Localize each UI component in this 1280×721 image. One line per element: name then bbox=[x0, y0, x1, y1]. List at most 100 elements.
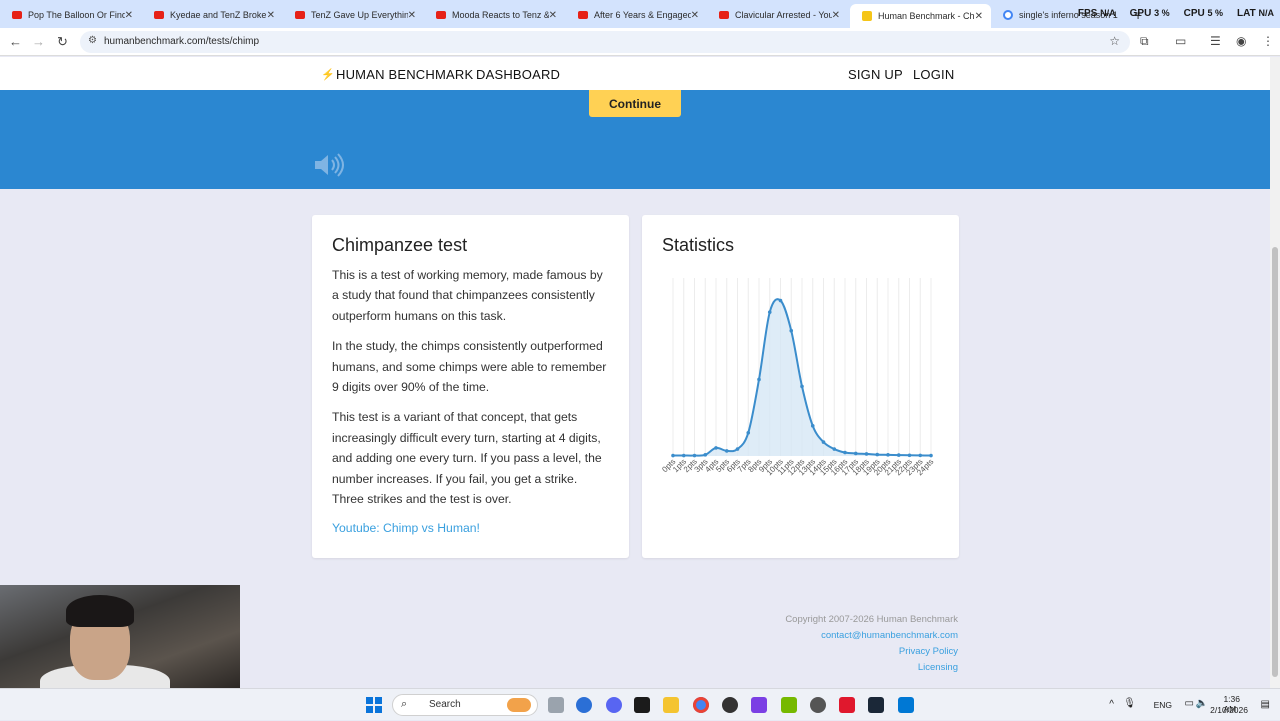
continue-button[interactable]: Continue bbox=[589, 90, 681, 117]
description-paragraph-2: In the study, the chimps consistently ou… bbox=[332, 339, 607, 395]
url-text: humanbenchmark.com/tests/chimp bbox=[104, 36, 260, 47]
browser-tab[interactable]: TenZ Gave Up Everything, ✕ bbox=[283, 4, 424, 26]
bolt-icon: ⚡ bbox=[321, 69, 335, 81]
browser-tab[interactable]: Pop The Balloon Or Find L ✕ bbox=[0, 4, 141, 26]
tab-title: Mooda Reacts to Tenz & K bbox=[452, 10, 549, 20]
youtube-link[interactable]: Youtube: Chimp vs Human! bbox=[332, 521, 480, 535]
speaker-icon[interactable] bbox=[313, 152, 345, 178]
forward-icon[interactable]: → bbox=[32, 34, 45, 49]
contact-email-link[interactable]: contact@humanbenchmark.com bbox=[785, 628, 958, 644]
fps-value: N/A bbox=[1100, 8, 1116, 18]
chart-point bbox=[714, 446, 718, 450]
chart-point bbox=[864, 452, 869, 456]
browser-tab[interactable]: Kyedae and TenZ Broke up✕ bbox=[142, 4, 283, 26]
chart-point bbox=[896, 453, 901, 457]
dashboard-link[interactable]: DASHBOARD bbox=[476, 67, 560, 82]
tab-title: Pop The Balloon Or Find L bbox=[28, 10, 125, 20]
youtube-icon bbox=[12, 11, 22, 19]
windows-start-icon[interactable] bbox=[366, 697, 382, 713]
close-tab-icon[interactable]: ✕ bbox=[832, 10, 840, 21]
chart-point bbox=[692, 453, 697, 458]
address-bar-row: ← → ↻ ⚙ humanbenchmark.com/tests/chimp ☆… bbox=[0, 28, 1280, 56]
volume-icon[interactable]: 🔈 bbox=[1196, 698, 1208, 709]
taskbar-search[interactable]: ⌕ Search bbox=[392, 694, 538, 716]
site-nav: ⚡ HUMAN BENCHMARK DASHBOARD SIGN UP LOGI… bbox=[0, 57, 1270, 90]
app-icon[interactable] bbox=[751, 697, 767, 713]
statistics-chart: 0pts1pts2pts3pts4pts5pts6pts7pts8pts9pts… bbox=[660, 278, 935, 477]
signup-link[interactable]: SIGN UP bbox=[848, 67, 903, 82]
reading-list-icon[interactable]: ☰ bbox=[1210, 34, 1221, 48]
browser-tab[interactable]: Human Benchmark - Chim ✕ bbox=[850, 4, 991, 28]
youtube-icon bbox=[436, 11, 446, 19]
chart-point bbox=[789, 328, 794, 333]
chart-point bbox=[810, 424, 815, 428]
browser-tab[interactable]: After 6 Years & Engaged, ✕ bbox=[566, 4, 707, 26]
test-banner: Continue bbox=[0, 90, 1270, 189]
google-icon bbox=[1003, 10, 1013, 20]
obs-icon[interactable] bbox=[810, 697, 826, 713]
chart-point bbox=[843, 450, 847, 455]
close-tab-icon[interactable]: ✕ bbox=[408, 10, 416, 21]
brand-link[interactable]: HUMAN BENCHMARK bbox=[336, 67, 473, 82]
app-icon[interactable] bbox=[839, 697, 855, 713]
media-icon[interactable]: ▭ bbox=[1175, 34, 1186, 48]
page-scrollbar[interactable] bbox=[1270, 57, 1280, 688]
chart-point bbox=[853, 451, 858, 456]
microphone-icon[interactable]: 🎙 bbox=[1123, 698, 1136, 709]
notification-icon[interactable]: ▤ bbox=[1261, 699, 1270, 710]
extensions-icon[interactable]: ⧉ bbox=[1140, 34, 1149, 49]
taskbar-search-label: Search bbox=[429, 699, 461, 710]
tray-expand-icon[interactable]: ^ bbox=[1109, 699, 1114, 710]
chrome-icon[interactable] bbox=[693, 697, 709, 713]
steam-icon[interactable] bbox=[868, 697, 884, 713]
discord-icon[interactable] bbox=[606, 697, 622, 713]
browser-tab[interactable]: Clavicular Arrested - YouT ✕ bbox=[707, 4, 848, 26]
scrollbar-thumb[interactable] bbox=[1272, 247, 1278, 677]
bookmark-star-icon[interactable]: ☆ bbox=[1109, 34, 1120, 48]
nvidia-icon[interactable] bbox=[781, 697, 797, 713]
tab-title: After 6 Years & Engaged, bbox=[594, 10, 691, 20]
login-link[interactable]: LOGIN bbox=[913, 67, 954, 82]
close-tab-icon[interactable]: ✕ bbox=[125, 10, 133, 21]
language-indicator[interactable]: ENG bbox=[1154, 700, 1172, 710]
tab-title: Human Benchmark - Chim bbox=[878, 11, 975, 21]
app-icon[interactable] bbox=[898, 697, 914, 713]
chart-point bbox=[875, 452, 880, 457]
close-tab-icon[interactable]: ✕ bbox=[549, 10, 557, 21]
network-icon[interactable]: ▭ bbox=[1185, 698, 1194, 709]
test-title: Chimpanzee test bbox=[332, 235, 468, 255]
youtube-icon bbox=[719, 11, 729, 19]
profile-icon[interactable]: ◉ bbox=[1236, 34, 1246, 48]
youtube-icon bbox=[295, 11, 305, 19]
chart-point bbox=[907, 453, 912, 458]
clock-date[interactable]: 2/10/2026 bbox=[1210, 705, 1248, 715]
chart-point bbox=[735, 447, 740, 451]
back-icon[interactable]: ← bbox=[9, 34, 22, 49]
chart-point bbox=[832, 447, 837, 451]
tab-title: Clavicular Arrested - YouT bbox=[735, 10, 832, 20]
site-info-icon[interactable]: ⚙ bbox=[88, 35, 97, 46]
tab-title: Kyedae and TenZ Broke up bbox=[170, 10, 267, 20]
menu-icon[interactable]: ⋮ bbox=[1262, 34, 1274, 48]
close-tab-icon[interactable]: ✕ bbox=[691, 10, 699, 21]
valorant-icon[interactable] bbox=[634, 697, 650, 713]
test-description-card: Chimpanzee test This is a test of workin… bbox=[312, 215, 629, 558]
search-icon: ⌕ bbox=[401, 698, 408, 710]
file-explorer-icon[interactable] bbox=[663, 697, 679, 713]
task-view-icon[interactable] bbox=[548, 697, 564, 713]
lat-label: LAT bbox=[1237, 8, 1256, 19]
webcam-overlay bbox=[0, 585, 240, 688]
close-tab-icon[interactable]: ✕ bbox=[975, 11, 983, 22]
chart-point bbox=[800, 384, 804, 389]
close-tab-icon[interactable]: ✕ bbox=[267, 10, 275, 21]
tab-title: TenZ Gave Up Everything, bbox=[311, 10, 408, 20]
app-icon[interactable] bbox=[576, 697, 592, 713]
licensing-link[interactable]: Licensing bbox=[785, 660, 958, 676]
chart-point bbox=[724, 449, 729, 453]
reload-icon[interactable]: ↻ bbox=[57, 34, 68, 50]
privacy-policy-link[interactable]: Privacy Policy bbox=[785, 644, 958, 660]
chart-point bbox=[703, 453, 708, 457]
url-field[interactable]: ⚙ humanbenchmark.com/tests/chimp ☆ bbox=[80, 31, 1130, 53]
browser-tab[interactable]: Mooda Reacts to Tenz & K ✕ bbox=[424, 4, 565, 26]
app-icon[interactable] bbox=[722, 697, 738, 713]
